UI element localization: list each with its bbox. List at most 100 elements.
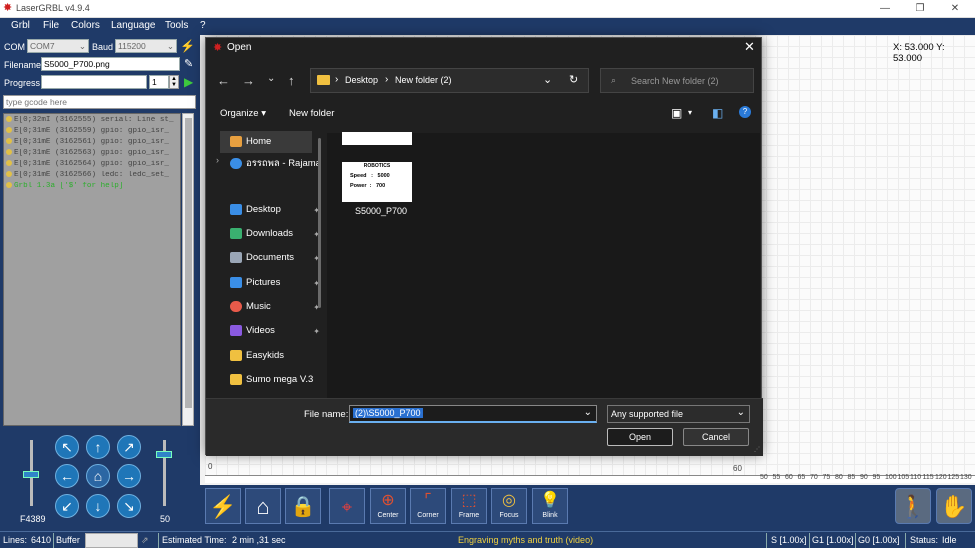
step-slider-track[interactable] [163,440,166,506]
file-item-thumbnail[interactable]: ROBOTICS Speed : 5000 Power : 700 [342,162,412,202]
console-scrollbar[interactable] [182,113,194,426]
chevron-down-icon[interactable]: ⌄ [584,407,592,418]
sidebar-item-sumo[interactable]: Sumo mega V.3 [230,374,318,392]
g1-override[interactable]: G1 [1.00x] [812,535,854,545]
pin-icon[interactable]: ✦ [313,327,320,336]
menu-file[interactable]: File [43,20,59,31]
file-item-name[interactable]: S5000_P700 [355,206,407,216]
connect-icon[interactable]: ⚡ [180,39,195,53]
buffer-icon[interactable]: ⇗ [141,535,149,546]
frame-button[interactable]: ⬚ Frame [451,488,487,524]
jog-up-left-button[interactable]: ↖ [55,435,79,459]
sidebar-item-pictures[interactable]: Pictures ✦ [230,277,320,295]
center-button[interactable]: ⊕ Center [370,488,406,524]
step-slider-thumb[interactable] [156,451,172,458]
sidebar-item-easykids[interactable]: Easykids [230,350,318,368]
log-text: E[0;31mE (3162564) gpio: gpio_isr_ [14,160,169,168]
address-bar[interactable]: › Desktop › New folder (2) ⌄ ↻ [310,68,589,93]
close-icon[interactable]: ✕ [948,2,962,16]
info-dot-icon [6,138,12,144]
corner-button[interactable]: ⌜ Corner [410,488,446,524]
unlock-button[interactable]: 🔒 [285,488,321,524]
sidebar-scrollbar[interactable] [318,138,321,308]
jog-down-button[interactable]: ↓ [86,494,110,518]
menu-colors[interactable]: Colors [71,20,100,31]
new-folder-button[interactable]: New folder [289,108,334,119]
sidebar-item-music[interactable]: Music ✦ [230,301,320,319]
jog-up-right-button[interactable]: ↗ [117,435,141,459]
open-file-icon[interactable]: ✎ [184,57,193,70]
sidebar-item-onedrive[interactable]: อรรถพล - Rajama [230,156,321,174]
search-box[interactable]: ⌕ Search New folder (2) [600,68,754,93]
caret-down-icon[interactable]: ▾ [688,108,692,117]
cancel-button[interactable]: Cancel [683,428,749,446]
jog-down-right-button[interactable]: ↘ [117,494,141,518]
videos-icon [230,325,242,336]
sidebar-item-home[interactable]: Home [220,131,312,153]
divider [766,533,767,548]
blink-button[interactable]: 💡 Blink [532,488,568,524]
run-play-icon[interactable]: ▶ [184,75,193,89]
baud-select[interactable]: 115200 ⌄ [115,39,177,53]
search-icon: ⌕ [611,75,617,85]
jog-down-left-button[interactable]: ↙ [55,494,79,518]
breadcrumb-folder[interactable]: New folder (2) [395,75,452,85]
file-type-select[interactable]: Any supported file ⌄ [607,405,750,423]
help-icon[interactable]: ? [739,106,751,118]
view-options-icon[interactable]: ▣ [671,106,682,120]
menu-language[interactable]: Language [111,20,156,31]
caret-down-icon: ▾ [261,108,266,119]
expand-chevron-icon[interactable]: › [216,155,219,165]
back-arrow-icon[interactable]: ← [217,73,230,88]
gcode-input[interactable] [3,95,196,109]
home-machine-button[interactable]: ⌂ [245,488,281,524]
menu-tools[interactable]: Tools [165,20,188,31]
laser-fire-button[interactable]: ⚡ [205,488,241,524]
preview-pane-icon[interactable]: ◧ [712,106,723,120]
maximize-icon[interactable]: ❐ [913,2,927,16]
up-arrow-icon[interactable]: ↑ [288,73,295,88]
progress-count-field[interactable]: 1 [149,75,169,89]
feed-slider-thumb[interactable] [23,471,39,478]
organize-label: Organize [220,108,259,119]
count-stepper[interactable]: ▲ ▼ [169,75,179,89]
jog-right-button[interactable]: → [117,464,141,488]
axis-tick-label: 90 [860,474,868,481]
sidebar-item-documents[interactable]: Documents ✦ [230,252,320,270]
walk-button[interactable]: 🚶 [895,488,931,524]
hint-link[interactable]: Engraving myths and truth (video) [458,535,593,545]
filename-input[interactable]: (2)\S5000_P700 ⌄ [349,405,597,423]
dialog-close-icon[interactable]: ✕ [744,39,755,55]
log-text: E[0;31mE (3162559) gpio: gpio_isr_ [14,127,169,135]
jog-left-button[interactable]: ← [55,464,79,488]
focus-button[interactable]: ◎ Focus [491,488,527,524]
position-button[interactable]: ⌖ [329,488,365,524]
minimize-icon[interactable]: — [878,2,892,16]
jog-home-button[interactable]: ⌂ [86,464,110,488]
s-override[interactable]: S [1.00x] [771,535,807,545]
com-select[interactable]: COM7 ⌄ [27,39,89,53]
sidebar-item-desktop[interactable]: Desktop ✦ [230,204,320,222]
resize-grip-icon[interactable]: ⋰ [754,446,760,453]
divider [53,533,54,548]
menu-grbl[interactable]: Grbl [11,20,30,31]
info-dot-icon [6,182,12,188]
sidebar-item-videos[interactable]: Videos ✦ [230,325,320,343]
history-chevron-icon[interactable]: ⌄ [267,73,275,84]
axis-tick-label: 115 [922,474,934,481]
menu-help[interactable]: ? [200,20,206,31]
refresh-icon[interactable]: ↻ [569,73,578,86]
forward-arrow-icon[interactable]: → [242,73,255,88]
open-button[interactable]: Open [607,428,673,446]
sidebar-item-downloads[interactable]: Downloads ✦ [230,228,320,246]
filename-field[interactable]: S5000_P700.png [41,57,180,71]
g0-override[interactable]: G0 [1.00x] [858,535,900,545]
stop-button[interactable]: ✋ [936,488,972,524]
chevron-down-icon[interactable]: ⌄ [543,73,552,86]
log-text: E[0;31mE (3162563) gpio: gpio_isr_ [14,149,169,157]
folder-icon [230,374,242,385]
jog-up-button[interactable]: ↑ [86,435,110,459]
breadcrumb-desktop[interactable]: Desktop [345,75,378,85]
organize-menu[interactable]: Organize ▾ [220,108,266,119]
scroll-thumb[interactable] [185,118,192,408]
